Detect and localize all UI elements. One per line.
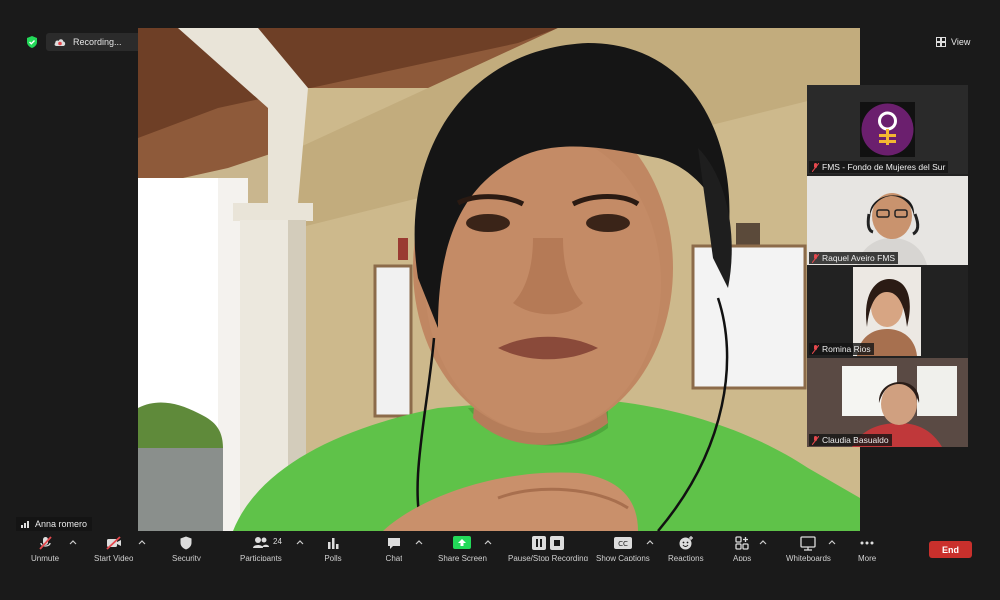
share-screen-icon bbox=[453, 536, 472, 549]
cloud-recording-icon bbox=[54, 39, 66, 46]
participant-name-tag: FMS - Fondo de Mujeres del Sur bbox=[809, 161, 949, 173]
participants-count: 24 bbox=[273, 537, 282, 546]
participant-name: Romina Rios bbox=[822, 344, 871, 354]
chevron-up-icon[interactable] bbox=[69, 539, 77, 545]
participant-name: Raquel Aveiro FMS bbox=[822, 253, 896, 263]
active-speaker-video bbox=[138, 28, 860, 531]
mic-muted-icon bbox=[39, 536, 52, 550]
participant-tile[interactable]: FMS - Fondo de Mujeres del Sur bbox=[807, 85, 968, 174]
captions-icon: CC bbox=[613, 537, 632, 549]
pause-stop-recording-button[interactable]: Pause/Stop Recording bbox=[508, 535, 588, 561]
participant-tile[interactable]: Romina Rios bbox=[807, 267, 968, 356]
unmute-button[interactable]: Unmute bbox=[31, 535, 59, 561]
speaker-video-frame bbox=[138, 28, 860, 531]
emoji-plus-icon bbox=[679, 536, 693, 550]
meeting-toolbar: Unmute Start Video Security Participants… bbox=[0, 531, 1000, 563]
apps-button[interactable]: Apps bbox=[733, 535, 751, 561]
signal-bars-icon bbox=[21, 521, 29, 528]
view-label: View bbox=[951, 37, 971, 47]
top-bar bbox=[0, 0, 1000, 28]
apps-icon bbox=[735, 536, 749, 550]
view-button[interactable]: View bbox=[936, 33, 976, 51]
more-dots-icon bbox=[860, 541, 874, 545]
whiteboard-icon bbox=[800, 536, 817, 551]
more-button[interactable]: More bbox=[858, 535, 876, 561]
polls-icon bbox=[328, 538, 339, 549]
svg-text:CC: CC bbox=[618, 540, 628, 548]
polls-button[interactable]: Polls bbox=[324, 535, 342, 561]
participants-icon bbox=[252, 537, 269, 548]
start-video-button[interactable]: Start Video bbox=[94, 535, 133, 561]
active-speaker-name-tag: Anna romero bbox=[16, 517, 93, 531]
chevron-up-icon[interactable] bbox=[296, 539, 304, 545]
chevron-up-icon[interactable] bbox=[138, 539, 146, 545]
mic-muted-icon bbox=[812, 344, 819, 354]
security-button[interactable]: Security bbox=[172, 535, 201, 561]
participant-tile[interactable]: Claudia Basualdo bbox=[807, 358, 968, 447]
grid-view-icon bbox=[936, 37, 946, 47]
end-meeting-button[interactable]: End bbox=[929, 541, 972, 558]
show-captions-button[interactable]: CC Show Captions bbox=[596, 535, 650, 561]
chevron-up-icon[interactable] bbox=[828, 539, 836, 545]
mic-muted-icon bbox=[812, 162, 819, 172]
participant-tile[interactable]: Raquel Aveiro FMS bbox=[807, 176, 968, 265]
reactions-button[interactable]: Reactions bbox=[668, 535, 704, 561]
chat-icon bbox=[388, 538, 400, 549]
active-speaker-name: Anna romero bbox=[35, 519, 88, 529]
recording-label: Recording... bbox=[73, 37, 122, 47]
participant-gallery: FMS - Fondo de Mujeres del Sur Raquel Av… bbox=[807, 85, 968, 447]
whiteboards-button[interactable]: Whiteboards bbox=[786, 535, 831, 561]
pause-stop-icon bbox=[532, 536, 565, 550]
video-off-icon bbox=[106, 536, 121, 550]
participant-name: Claudia Basualdo bbox=[822, 435, 889, 445]
participant-name-tag: Claudia Basualdo bbox=[809, 434, 892, 446]
mic-muted-icon bbox=[812, 253, 819, 263]
chevron-up-icon[interactable] bbox=[646, 539, 654, 545]
participant-name: FMS - Fondo de Mujeres del Sur bbox=[822, 162, 946, 172]
participant-name-tag: Romina Rios bbox=[809, 343, 874, 355]
participant-name-tag: Raquel Aveiro FMS bbox=[809, 252, 899, 264]
shield-check-icon[interactable] bbox=[25, 35, 39, 49]
mic-muted-icon bbox=[812, 435, 819, 445]
share-screen-button[interactable]: Share Screen bbox=[438, 535, 487, 561]
chevron-up-icon[interactable] bbox=[759, 539, 767, 545]
chevron-up-icon[interactable] bbox=[484, 539, 492, 545]
shield-icon bbox=[180, 536, 192, 550]
chevron-up-icon[interactable] bbox=[415, 539, 423, 545]
chat-button[interactable]: Chat bbox=[385, 535, 403, 561]
